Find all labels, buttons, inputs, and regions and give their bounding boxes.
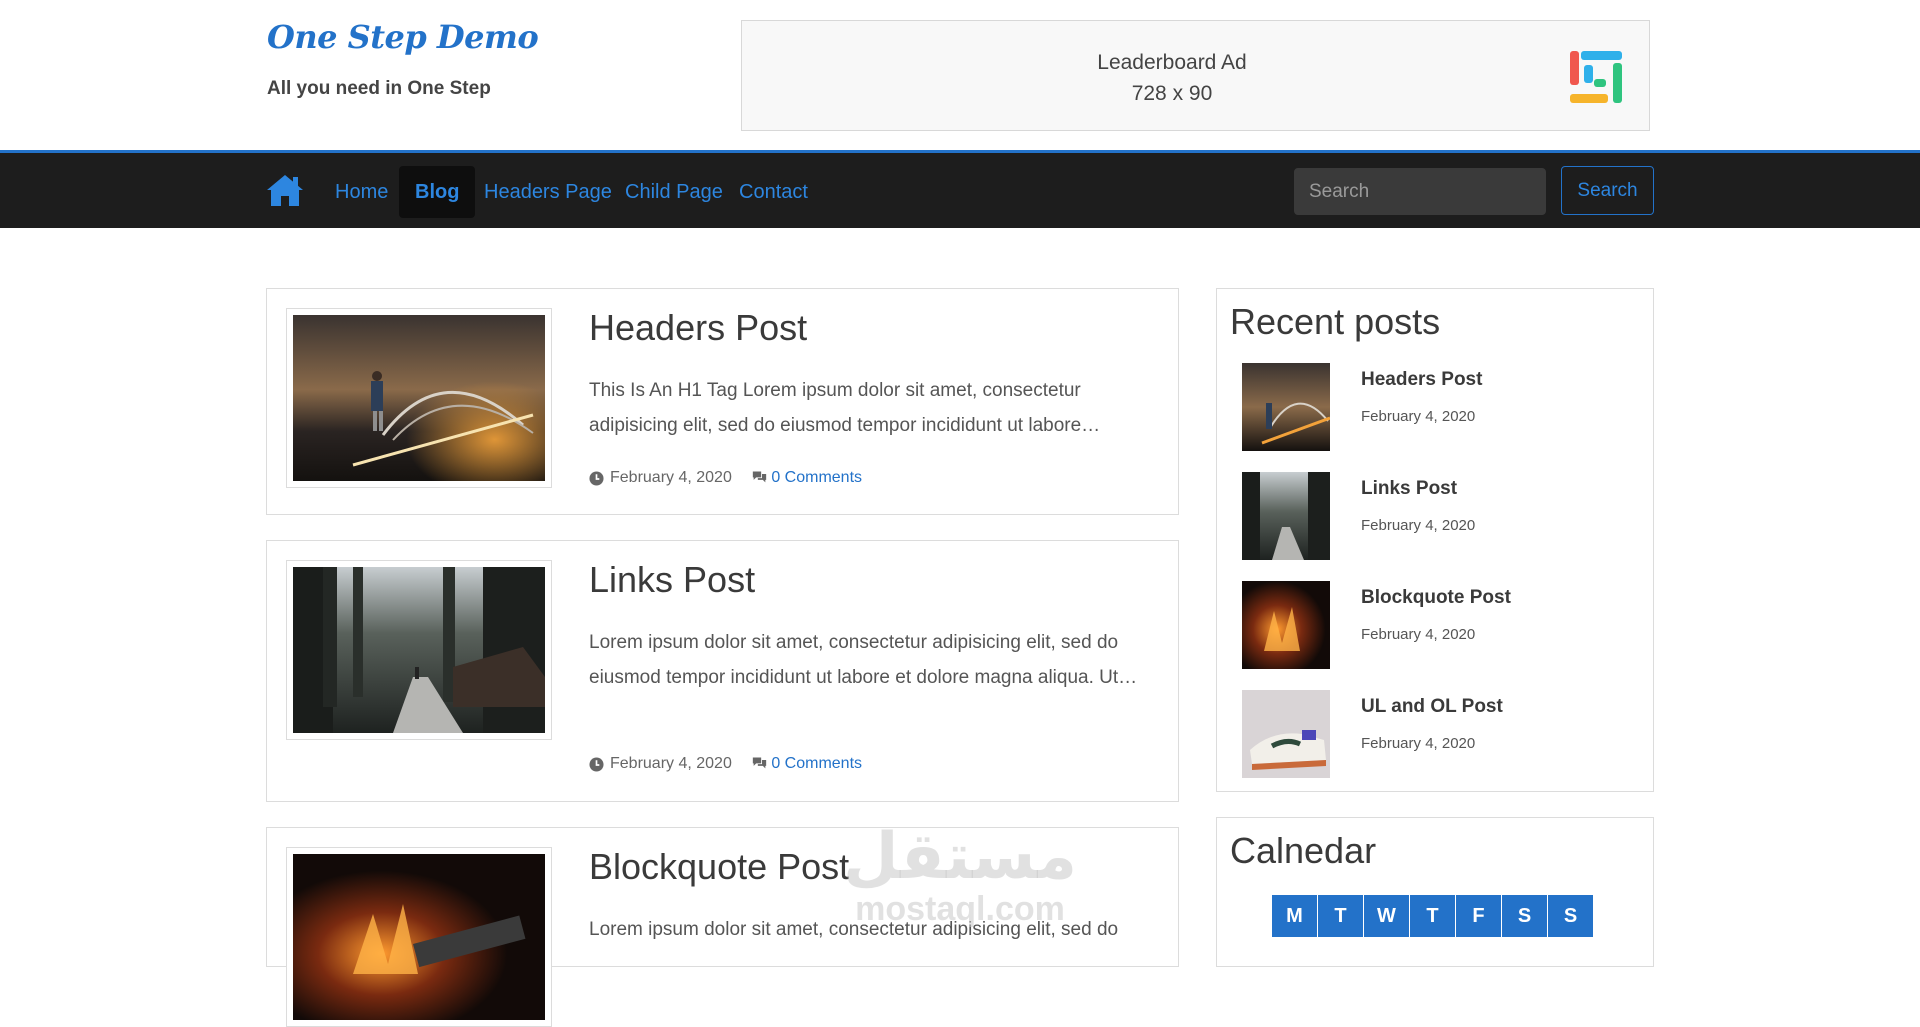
post-meta: February 4, 2020 0 Comments [589,469,862,487]
recent-post-title[interactable]: Links Post [1361,478,1457,500]
recent-post-thumbnail[interactable] [1242,472,1330,560]
recent-post-date: February 4, 2020 [1361,517,1476,534]
post-meta: February 4, 2020 0 Comments [589,755,862,773]
post-title[interactable]: Links Post [589,559,755,601]
bridge-night-image [293,315,545,481]
widget-title: Calnedar [1230,830,1377,871]
post-thumbnail[interactable] [286,560,552,740]
calendar-weekday: T [1318,895,1363,937]
nav-item-home[interactable]: Home [319,166,404,218]
post-date: February 4, 2020 [610,755,732,772]
ad-title: Leaderboard Ad [1097,51,1247,74]
recent-post-title[interactable]: Headers Post [1361,369,1482,391]
post-thumbnail[interactable] [286,308,552,488]
comments-icon [752,471,767,483]
recent-post-date: February 4, 2020 [1361,626,1476,643]
nav-item-headers-page[interactable]: Headers Page [468,166,628,218]
post-date: February 4, 2020 [610,469,732,486]
post-card: Blockquote Post Lorem ipsum dolor sit am… [266,827,1179,1027]
post-comments-link[interactable]: 0 Comments [752,755,862,773]
ad-logo-icon [1570,51,1622,103]
search-button[interactable]: Search [1561,166,1654,215]
calendar-weekday: S [1548,895,1593,937]
recent-post-item[interactable]: Headers Post February 4, 2020 [1242,363,1642,453]
nav-item-blog[interactable]: Blog [399,166,476,218]
recent-post-title[interactable]: UL and OL Post [1361,696,1503,718]
calendar-widget: Calnedar M T W T F S S [1216,817,1654,967]
site-tagline: All you need in One Step [267,78,491,99]
recent-posts-widget: Recent posts Headers Post February 4, 20… [1216,288,1654,792]
campfire-image [293,854,545,1020]
post-thumbnail[interactable] [286,847,552,1027]
calendar-weekday: T [1410,895,1455,937]
calendar-weekday: W [1364,895,1409,937]
site-title[interactable]: One Step Demo [267,18,539,56]
clock-icon [589,470,604,486]
calendar-weekday: M [1272,895,1317,937]
recent-post-date: February 4, 2020 [1361,408,1476,425]
home-icon[interactable] [266,173,304,207]
comments-icon [752,757,767,769]
main-navbar: Home Blog Headers Page Child Page Contac… [0,150,1920,228]
forest-path-image [293,567,545,733]
calendar-weekday: F [1456,895,1501,937]
ad-size: 728 x 90 [1131,82,1213,105]
search-input[interactable] [1294,168,1546,215]
post-title[interactable]: Headers Post [589,307,807,349]
nav-item-child-page[interactable]: Child Page [609,166,739,218]
post-comments-link[interactable]: 0 Comments [752,469,862,487]
post-comments-count[interactable]: 0 Comments [771,755,862,772]
recent-post-item[interactable]: Blockquote Post February 4, 2020 [1242,581,1642,671]
nav-item-contact[interactable]: Contact [723,166,824,218]
recent-post-title[interactable]: Blockquote Post [1361,587,1511,609]
post-excerpt: Lorem ipsum dolor sit amet, consectetur … [589,632,1138,688]
site-header: One Step Demo All you need in One Step L… [0,0,1920,150]
recent-post-item[interactable]: UL and OL Post February 4, 2020 [1242,690,1642,780]
post-excerpt: Lorem ipsum dolor sit amet, consectetur … [589,919,1119,940]
recent-post-item[interactable]: Links Post February 4, 2020 [1242,472,1642,562]
recent-post-thumbnail[interactable] [1242,690,1330,778]
recent-post-thumbnail[interactable] [1242,363,1330,451]
post-excerpt: This Is An H1 Tag Lorem ipsum dolor sit … [589,380,1101,436]
leaderboard-ad[interactable]: Leaderboard Ad 728 x 90 [741,20,1650,131]
post-comments-count[interactable]: 0 Comments [771,469,862,486]
post-title[interactable]: Blockquote Post [589,846,849,888]
post-card: Links Post Lorem ipsum dolor sit amet, c… [266,540,1179,802]
calendar-weekday: S [1502,895,1547,937]
recent-post-date: February 4, 2020 [1361,735,1476,752]
post-card: Headers Post This Is An H1 Tag Lorem ips… [266,288,1179,515]
clock-icon [589,756,604,772]
widget-title: Recent posts [1230,301,1441,342]
ad-text: Leaderboard Ad 728 x 90 [742,47,1602,109]
calendar-weekday-header: M T W T F S S [1272,895,1593,937]
recent-post-thumbnail[interactable] [1242,581,1330,669]
